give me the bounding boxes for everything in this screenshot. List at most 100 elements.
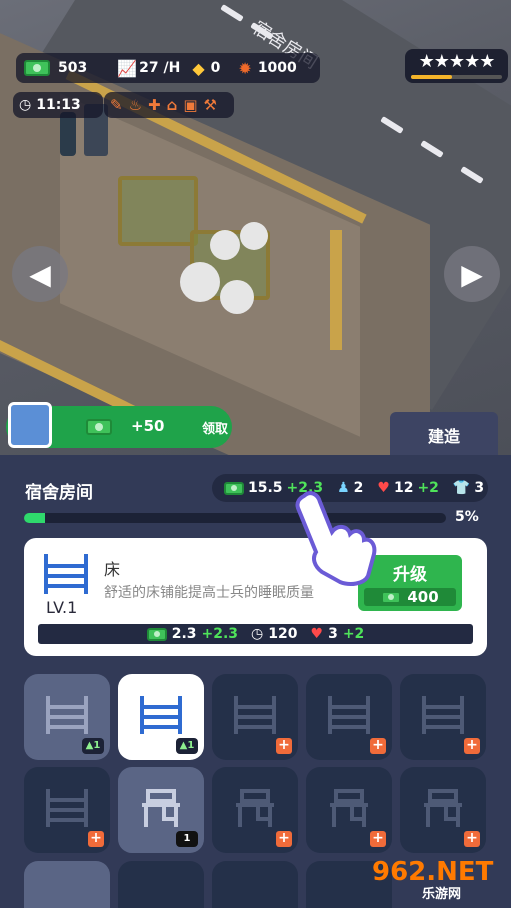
tutorial-hand-icon: [295, 491, 377, 586]
add-badge: +: [88, 831, 104, 847]
item-level: LV.1: [46, 598, 78, 617]
room-health: 12: [393, 480, 414, 496]
watermark: 962.NET 乐游网: [372, 857, 508, 905]
shop-icon[interactable]: ⌂: [167, 96, 178, 114]
item-stat-income: 2.3: [171, 626, 197, 642]
grid-item-desk[interactable]: +: [212, 767, 298, 853]
gear-value: 1000: [257, 60, 297, 76]
resource-bar: 503 📈 27 /H ◆ 0 ✹ 1000: [16, 53, 320, 83]
tools-icon[interactable]: ⚒: [204, 96, 217, 114]
bunk-bed[interactable]: [118, 176, 198, 246]
money-icon: [24, 60, 50, 76]
game-scene[interactable]: 宿舍房间 503 📈 27 /H ◆ 0 ✹ 1000 ★★★★★ ◷ 11:1…: [0, 0, 511, 455]
grid-item-bed[interactable]: ▲1: [24, 674, 110, 760]
grid-item-partial[interactable]: [212, 861, 298, 908]
income-rate-value: 27 /H: [139, 60, 181, 76]
tab-build[interactable]: 建造: [390, 412, 498, 455]
heart-icon: ♥: [310, 626, 324, 642]
money-icon: [146, 627, 167, 641]
money-value: 503: [58, 60, 88, 76]
rating-progress-fill: [411, 75, 452, 79]
room-progress-bar: [24, 513, 446, 523]
add-badge: +: [464, 738, 480, 754]
room-progress-text: 5%: [455, 509, 479, 525]
rating-stars[interactable]: ★★★★★: [405, 49, 508, 83]
reward-bar[interactable]: +50 领取: [6, 402, 232, 448]
bunk-bed-icon: [140, 696, 182, 734]
clock-value: 11:13: [36, 97, 81, 113]
room-income: 15.5: [248, 480, 283, 496]
add-badge: +: [370, 831, 386, 847]
room-uniforms: 3: [474, 480, 485, 496]
item-stats: 2.3 +2.3 ◷ 120 ♥ 3 +2: [38, 624, 473, 644]
clock-icon: ◷: [251, 626, 264, 642]
money-icon: [381, 590, 402, 604]
desk-icon: [424, 789, 462, 827]
level-badge: ▲1: [176, 738, 198, 754]
gem-value: 0: [210, 60, 221, 76]
add-badge: +: [276, 738, 292, 754]
bunk-bed-icon: [422, 696, 464, 734]
grid-item-bed[interactable]: +: [24, 767, 110, 853]
bunk-bed-icon: [234, 696, 276, 734]
desk-icon: [142, 789, 180, 827]
money-icon: [224, 481, 244, 495]
clock-icon: ◷: [19, 97, 32, 113]
build-smoke: [220, 280, 254, 314]
count-badge: 1: [176, 831, 198, 847]
room-title: 宿舍房间: [25, 483, 93, 503]
soldier-figure[interactable]: [60, 112, 76, 156]
upgrade-cost: 400: [364, 588, 456, 606]
grid-item-desk[interactable]: 1: [118, 767, 204, 853]
chevron-right-icon: ▶: [461, 257, 483, 291]
bunk-bed-icon: [328, 696, 370, 734]
add-badge: +: [370, 738, 386, 754]
clock-pill: ◷ 11:13: [13, 92, 103, 118]
add-badge: +: [276, 831, 292, 847]
bunk-bed-icon: [46, 696, 88, 734]
staff-toolbar: ✎ ♨ ✚ ⌂ ▣ ⚒: [104, 92, 234, 118]
level-badge: ▲1: [82, 738, 104, 754]
star-icons: ★★★★★: [418, 51, 496, 72]
grid-item-partial[interactable]: [118, 861, 204, 908]
item-description: 舒适的床铺能提高士兵的睡眠质量: [104, 585, 314, 601]
medic-icon[interactable]: ✚: [148, 96, 161, 114]
next-room-button[interactable]: ▶: [444, 246, 500, 302]
edit-icon[interactable]: ✎: [110, 96, 123, 114]
build-smoke: [180, 262, 220, 302]
grid-item-partial[interactable]: [24, 861, 110, 908]
item-stat-time: 120: [268, 626, 298, 642]
item-stat-income-plus: +2.3: [201, 626, 239, 642]
grid-item-desk[interactable]: +: [306, 767, 392, 853]
income-chart-icon: 📈: [117, 58, 138, 78]
grid-item-bed[interactable]: +: [212, 674, 298, 760]
item-name: 床: [104, 560, 121, 579]
bunk-bed-icon: [44, 554, 88, 594]
uniform-icon: 👕: [452, 480, 471, 496]
add-badge: +: [464, 831, 480, 847]
item-stat-health-plus: +2: [342, 626, 365, 642]
chef-icon[interactable]: ♨: [129, 96, 142, 114]
room-progress-fill: [24, 513, 46, 523]
item-card: LV.1 床 舒适的床铺能提高士兵的睡眠质量 升级 400 2.3 +2.3 ◷…: [24, 538, 487, 656]
item-stat-health: 3: [328, 626, 338, 642]
grid-item-bed[interactable]: +: [306, 674, 392, 760]
prev-room-button[interactable]: ◀: [12, 246, 68, 302]
grid-item-bed[interactable]: ▲1: [118, 674, 204, 760]
room-health-plus: +2: [417, 480, 439, 496]
reward-amount: +50: [131, 417, 165, 435]
grid-item-desk[interactable]: +: [400, 767, 486, 853]
build-smoke: [210, 230, 240, 260]
gem-icon: ◆: [192, 58, 205, 78]
bunk-bed-icon: [46, 789, 88, 827]
room-wall: [330, 230, 342, 350]
gear-icon: ✹: [238, 58, 252, 78]
claim-button[interactable]: 领取: [202, 418, 228, 437]
desk-icon: [236, 789, 274, 827]
desk-icon: [330, 789, 368, 827]
upgrade-cost-value: 400: [407, 588, 439, 606]
clipboard-icon: [8, 402, 52, 448]
money-icon: [86, 419, 112, 435]
box-icon[interactable]: ▣: [183, 96, 197, 114]
grid-item-bed[interactable]: +: [400, 674, 486, 760]
